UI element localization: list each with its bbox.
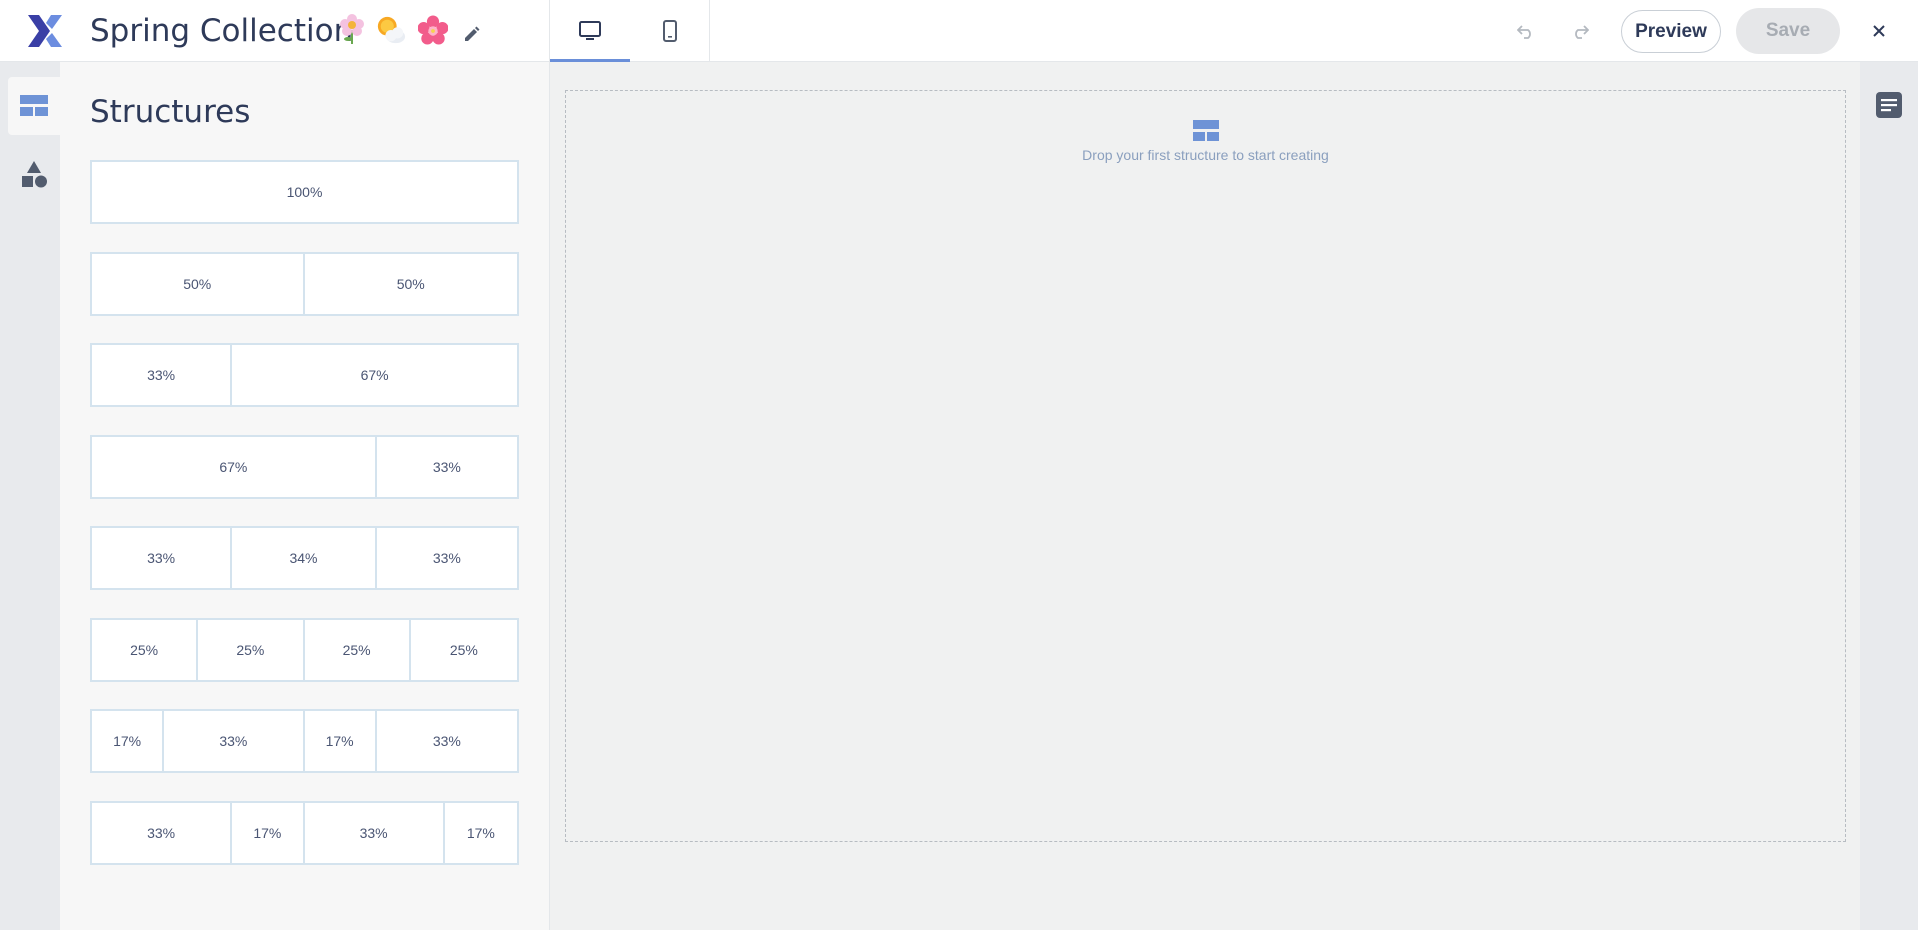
structure-column: 17%: [305, 711, 377, 771]
structure-25-25-25-25[interactable]: 25% 25% 25% 25%: [90, 618, 519, 682]
structure-column: 50%: [396, 276, 425, 292]
undo-icon: [1517, 25, 1531, 39]
shapes-icon: [22, 161, 47, 188]
sun-behind-cloud-emoji-icon: [377, 16, 406, 44]
structure-column: 17%: [232, 803, 305, 863]
email-canvas: Drop your first structure to start creat…: [551, 62, 1860, 930]
right-rail: [1860, 62, 1918, 930]
structure-67-33[interactable]: 67% 33%: [90, 435, 519, 499]
tab-mobile-view[interactable]: [630, 0, 710, 61]
edit-title-icon[interactable]: [462, 26, 480, 44]
structure-33-67[interactable]: 33% 67%: [90, 343, 519, 407]
structure-column: 33%: [164, 711, 305, 771]
structure-column: 67%: [92, 437, 377, 497]
cherry-blossom-emoji-icon: [418, 15, 448, 45]
undo-button[interactable]: [1512, 17, 1540, 45]
close-icon: [1873, 25, 1885, 37]
structure-column: 33%: [432, 550, 461, 566]
structure-33-17-33-17[interactable]: 33% 17% 33% 17%: [90, 801, 519, 865]
app-logo-icon: [28, 15, 62, 47]
tab-desktop-view[interactable]: [550, 0, 630, 62]
divider: [709, 0, 710, 62]
monitor-icon: [579, 20, 601, 40]
structures-panel: Structures 100% 50% 50% 33% 67% 67% 33% …: [60, 62, 550, 930]
left-rail: [0, 62, 60, 930]
structure-17-33-17-33[interactable]: 17% 33% 17% 33%: [90, 709, 519, 773]
structure-100[interactable]: 100%: [90, 160, 519, 224]
structure-column: 67%: [360, 367, 389, 383]
preview-button[interactable]: Preview: [1621, 10, 1721, 53]
structure-column: 34%: [232, 528, 377, 588]
close-button[interactable]: [1866, 18, 1892, 44]
structure-column: 33%: [305, 803, 445, 863]
panel-title: Structures: [90, 94, 251, 130]
structure-column: 17%: [466, 825, 495, 841]
structure-column: 25%: [449, 642, 478, 658]
document-settings-button[interactable]: [1874, 90, 1904, 120]
structure-column: 33%: [432, 459, 461, 475]
structure-column: 25%: [198, 620, 305, 680]
structure-column: 17%: [92, 711, 165, 771]
structures-icon: [20, 95, 48, 116]
structure-50-50[interactable]: 50% 50%: [90, 252, 519, 316]
structure-column: 33%: [432, 733, 461, 749]
structure-column: 33%: [92, 345, 233, 405]
document-title[interactable]: Spring Collection: [90, 12, 353, 50]
flower-emoji-icon: [340, 14, 364, 44]
rail-item-content-blocks[interactable]: [8, 145, 60, 203]
structure-drop-zone[interactable]: Drop your first structure to start creat…: [565, 90, 1846, 842]
structure-column: 25%: [92, 620, 199, 680]
structure-column: 50%: [92, 254, 305, 314]
structure-33-34-33[interactable]: 33% 34% 33%: [90, 526, 519, 590]
document-icon: [1876, 92, 1902, 118]
structure-icon: [1193, 120, 1219, 141]
structure-column: 100%: [286, 184, 323, 200]
structure-column: 33%: [92, 528, 233, 588]
rail-item-structures[interactable]: [8, 77, 60, 135]
empty-canvas-message: Drop your first structure to start creat…: [1082, 147, 1329, 163]
redo-button[interactable]: [1566, 17, 1594, 45]
save-button[interactable]: Save: [1736, 8, 1840, 54]
top-bar: Spring Collection Preview Save: [0, 0, 1918, 62]
structure-column: 33%: [92, 803, 233, 863]
structure-column: 25%: [305, 620, 411, 680]
phone-icon: [663, 19, 677, 42]
redo-icon: [1575, 25, 1589, 39]
